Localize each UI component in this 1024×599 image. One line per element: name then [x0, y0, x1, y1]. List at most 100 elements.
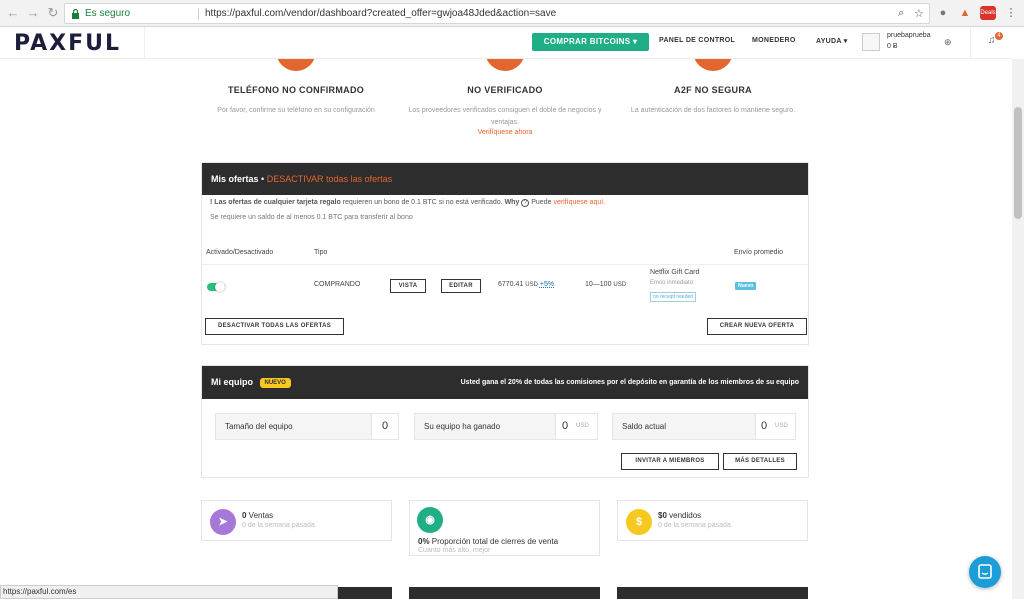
panel-header-strip — [617, 587, 808, 599]
divider — [202, 264, 808, 265]
team-size-value: 0 — [382, 420, 389, 432]
gift-card-notice: ! Las ofertas de cualquier tarjeta regal… — [210, 199, 605, 207]
team-earnings-note: Usted gana el 20% de todas las comisione… — [460, 379, 799, 386]
page-scrollbar[interactable] — [1012, 59, 1024, 599]
verify-status-icon — [485, 59, 525, 71]
nav-dashboard[interactable]: PANEL DE CONTROL — [659, 37, 735, 44]
price-unit: USD — [525, 282, 538, 288]
notice-puede: Puede — [529, 199, 554, 206]
scroll-thumb[interactable] — [1014, 107, 1022, 219]
sold-card: $ $0 vendidos 0 de la semana pasada — [617, 500, 808, 541]
deactivate-all-button[interactable]: DESACTIVAR TODAS LAS OFERTAS — [205, 318, 344, 335]
sales-label: Ventas — [246, 511, 274, 520]
offer-range: 10—100 USD — [585, 281, 626, 288]
target-icon: ◉ — [417, 507, 443, 533]
team-size-box: Tamaño del equipo 0 — [215, 413, 399, 440]
divider — [198, 8, 199, 20]
verify-status-title: NO VERIFICADO — [467, 85, 543, 95]
offer-price: 6770.41 USD +5% — [498, 281, 554, 288]
balance: 0 Ƀ — [887, 43, 898, 50]
sales-card: ➤ 0 Ventas 0 de la semana pasada — [201, 500, 392, 541]
warning-mark: ! — [210, 199, 213, 206]
sales-stat: 0 Ventas — [242, 511, 273, 520]
browser-menu-icon[interactable]: ⋮ — [1004, 6, 1018, 20]
sold-value: $0 — [658, 511, 667, 520]
close-ratio-sub: Cuanto más alto, mejor — [418, 547, 491, 554]
range-unit: USD — [613, 282, 627, 288]
bullet: • — [261, 174, 265, 184]
close-ratio-stat: 0% Proporción total de cierres de venta — [418, 537, 558, 546]
username[interactable]: pruebaprueba — [887, 32, 931, 39]
reload-icon[interactable]: ↻ — [46, 6, 60, 20]
offers-header: Mis ofertas • DESACTIVAR todas las ofert… — [202, 163, 808, 195]
extension-location-icon[interactable]: ● — [936, 6, 950, 20]
col-active: Activado/Desactivado — [206, 249, 274, 256]
url-text[interactable]: https://paxful.com/vendor/dashboard?crea… — [205, 8, 556, 19]
notification-count: 4 — [995, 32, 1003, 40]
close-ratio-card: ◉ 0% Proporción total de cierres de vent… — [409, 500, 600, 556]
toggle-knob — [215, 282, 225, 292]
my-team-panel: Mi equipo NUEVO Usted gana el 20% de tod… — [201, 365, 809, 478]
dollar-icon: $ — [626, 509, 652, 535]
my-offers-panel: Mis ofertas • DESACTIVAR todas las ofert… — [201, 162, 809, 345]
panel-header-strip — [409, 587, 600, 599]
divider — [970, 27, 971, 59]
deactivate-all-link[interactable]: DESACTIVAR todas las ofertas — [267, 174, 392, 184]
avatar[interactable] — [862, 33, 880, 51]
send-icon: ➤ — [210, 509, 236, 535]
edit-offer-button[interactable]: EDITAR — [441, 279, 481, 293]
invite-members-button[interactable]: INVITAR A MIEMBROS — [621, 453, 719, 470]
globe-icon[interactable]: ⊕ — [944, 37, 952, 48]
team-header: Mi equipo NUEVO Usted gana el 20% de tod… — [202, 366, 808, 399]
more-details-button[interactable]: MÁS DETALLES — [723, 453, 797, 470]
team-earned-label: Su equipo ha ganado — [415, 414, 556, 439]
team-earned-value: 0 — [562, 420, 569, 432]
sold-sub: 0 de la semana pasada — [658, 522, 731, 529]
close-ratio-value: 0% — [418, 537, 430, 546]
zoom-icon[interactable]: ⌕ — [898, 7, 904, 20]
nav-wallet[interactable]: MONEDERO — [752, 37, 796, 44]
back-icon[interactable]: ← — [6, 6, 20, 20]
dashboard-content: TELÉFONO NO CONFIRMADO Por favor, confir… — [0, 59, 1012, 599]
team-size-label: Tamaño del equipo — [216, 414, 372, 439]
new-badge: Nuevo — [735, 282, 757, 290]
browser-status-url: https://paxful.com/es — [0, 585, 338, 599]
extension-deals-icon[interactable]: Deals — [980, 6, 996, 20]
current-balance-unit: USD — [775, 423, 788, 429]
sold-stat: $0 vendidos — [658, 511, 701, 520]
chat-launcher-button[interactable] — [969, 556, 1001, 588]
buy-bitcoins-button[interactable]: COMPRAR BITCOINS ▾ — [532, 33, 649, 51]
divider — [144, 27, 145, 59]
2fa-status-title: A2F NO SEGURA — [674, 85, 752, 95]
col-avg-delivery: Envío promedio — [734, 249, 784, 256]
secure-label: Es seguro — [85, 8, 131, 19]
extension-flame-icon[interactable]: ▲ — [958, 6, 972, 20]
2fa-status-desc: La autenticación de dos factores lo mant… — [630, 107, 796, 114]
offers-title: Mis ofertas — [211, 174, 259, 184]
nav-help[interactable]: AYUDA ▾ — [816, 37, 848, 45]
team-earned-unit: USD — [576, 423, 589, 429]
notice-text: requieren un bono de 0.1 BTC si no está … — [340, 199, 503, 206]
bond-notice: Se requiere un saldo de al menos 0.1 BTC… — [210, 214, 413, 221]
create-offer-button[interactable]: CREAR NUEVA OFERTA — [707, 318, 807, 335]
bookmark-star-icon[interactable]: ☆ — [914, 7, 924, 20]
payment-method[interactable]: Netflix Gift Card — [650, 269, 699, 276]
paxful-logo[interactable]: PAXFUL — [14, 31, 121, 56]
range-value: 10—100 — [585, 281, 612, 288]
site-header: PAXFUL COMPRAR BITCOINS ▾ PANEL DE CONTR… — [0, 27, 1012, 59]
sales-sub: 0 de la semana pasada — [242, 522, 315, 529]
close-ratio-label: Proporción total de cierres de venta — [429, 537, 559, 546]
payment-method-sub: Envío inmediato — [650, 280, 694, 286]
verify-now-link[interactable]: Verifíquese ahora — [405, 129, 605, 136]
verify-here-link[interactable]: verifíquese aquí. — [553, 199, 605, 206]
browser-toolbar: ← → ↻ Es seguro https://paxful.com/vendo… — [0, 0, 1024, 27]
forward-icon[interactable]: → — [26, 6, 40, 20]
view-offer-button[interactable]: VISTA — [390, 279, 426, 293]
phone-status-desc: Por favor, confirme su teléfono en su co… — [217, 107, 375, 114]
offer-active-toggle[interactable] — [207, 282, 225, 292]
col-type: Tipo — [314, 249, 328, 256]
lock-icon — [72, 9, 79, 19]
address-bar[interactable]: Es seguro https://paxful.com/vendor/dash… — [64, 3, 930, 24]
method-tag: no receipt needed — [650, 292, 697, 302]
team-earned-box: Su equipo ha ganado 0 USD — [414, 413, 598, 440]
